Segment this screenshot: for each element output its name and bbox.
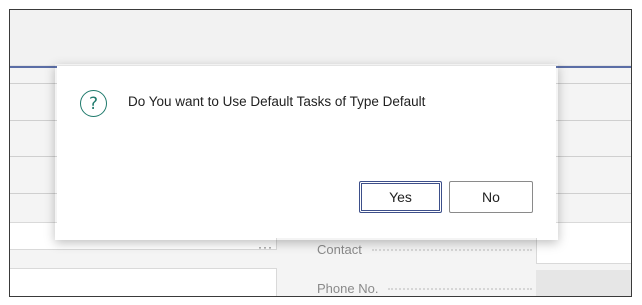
label-dots xyxy=(388,288,532,290)
phone-no-input[interactable] xyxy=(536,270,631,296)
confirm-dialog: ? Do You want to Use Default Tasks of Ty… xyxy=(57,66,556,238)
yes-button[interactable]: Yes xyxy=(359,181,442,213)
phone-no-label: Phone No. xyxy=(317,281,379,296)
left-field-input-2[interactable] xyxy=(10,268,277,296)
more-options-icon[interactable]: ··· xyxy=(258,240,273,254)
page-header xyxy=(10,10,631,66)
question-circle-icon: ? xyxy=(80,90,107,117)
contact-label: Contact xyxy=(317,242,362,257)
no-button[interactable]: No xyxy=(449,181,533,213)
label-dots xyxy=(372,249,532,251)
dialog-message: Do You want to Use Default Tasks of Type… xyxy=(128,94,426,109)
